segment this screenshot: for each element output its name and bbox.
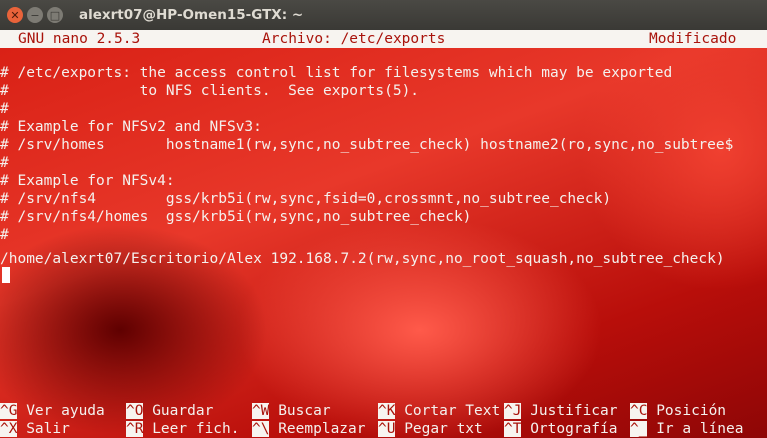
window-title: alexrt07@HP-Omen15-GTX: ~ (79, 7, 304, 23)
nano-version: GNU nano 2.5.3 (18, 31, 141, 47)
content-line[interactable]: # (0, 226, 9, 244)
content-line[interactable]: # to NFS clients. See exports(5). (0, 82, 419, 100)
content-line[interactable]: # /srv/homes hostname1(rw,sync,no_subtre… (0, 136, 733, 154)
shortcut-position[interactable]: ^C Posición (630, 402, 726, 420)
content-line[interactable]: # Example for NFSv2 and NFSv3: (0, 118, 262, 136)
content-line[interactable]: # /etc/exports: the access control list … (0, 64, 672, 82)
text-cursor (2, 267, 10, 283)
nano-header: GNU nano 2.5.3 Archivo: /etc/exports Mod… (0, 30, 767, 48)
shortcut-cut[interactable]: ^K Cortar Text (378, 402, 500, 420)
terminal-window: ✕ − □ alexrt07@HP-Omen15-GTX: ~ GNU nano… (0, 0, 767, 438)
nano-status: Modificado (649, 31, 737, 47)
shortcut-spelling[interactable]: ^T Ortografía (504, 420, 618, 438)
content-line[interactable]: # (0, 154, 9, 172)
shortcut-save[interactable]: ^O Guardar (126, 402, 213, 420)
shortcut-go-to-line[interactable]: ^_ Ir a línea (630, 420, 744, 438)
terminal-area[interactable]: GNU nano 2.5.3 Archivo: /etc/exports Mod… (0, 30, 767, 438)
maximize-icon[interactable]: □ (47, 7, 63, 23)
shortcut-exit[interactable]: ^X Salir (0, 420, 70, 438)
title-bar: ✕ − □ alexrt07@HP-Omen15-GTX: ~ (0, 0, 767, 30)
shortcut-justify[interactable]: ^J Justificar (504, 402, 618, 420)
nano-filename: Archivo: /etc/exports (262, 31, 446, 47)
shortcut-help[interactable]: ^G Ver ayuda (0, 402, 105, 420)
content-line[interactable]: /home/alexrt07/Escritorio/Alex 192.168.7… (0, 250, 725, 268)
content-line[interactable]: # /srv/nfs4 gss/krb5i(rw,sync,fsid=0,cro… (0, 190, 611, 208)
shortcut-replace[interactable]: ^\ Reemplazar (252, 420, 366, 438)
shortcut-search[interactable]: ^W Buscar (252, 402, 331, 420)
close-icon[interactable]: ✕ (7, 7, 23, 23)
content-line[interactable]: # (0, 100, 9, 118)
shortcut-read-file[interactable]: ^R Leer fich. (126, 420, 240, 438)
content-line[interactable]: # /srv/nfs4/homes gss/krb5i(rw,sync,no_s… (0, 208, 471, 226)
shortcut-paste[interactable]: ^U Pegar txt (378, 420, 483, 438)
minimize-icon[interactable]: − (27, 7, 43, 23)
content-line[interactable]: # Example for NFSv4: (0, 172, 175, 190)
